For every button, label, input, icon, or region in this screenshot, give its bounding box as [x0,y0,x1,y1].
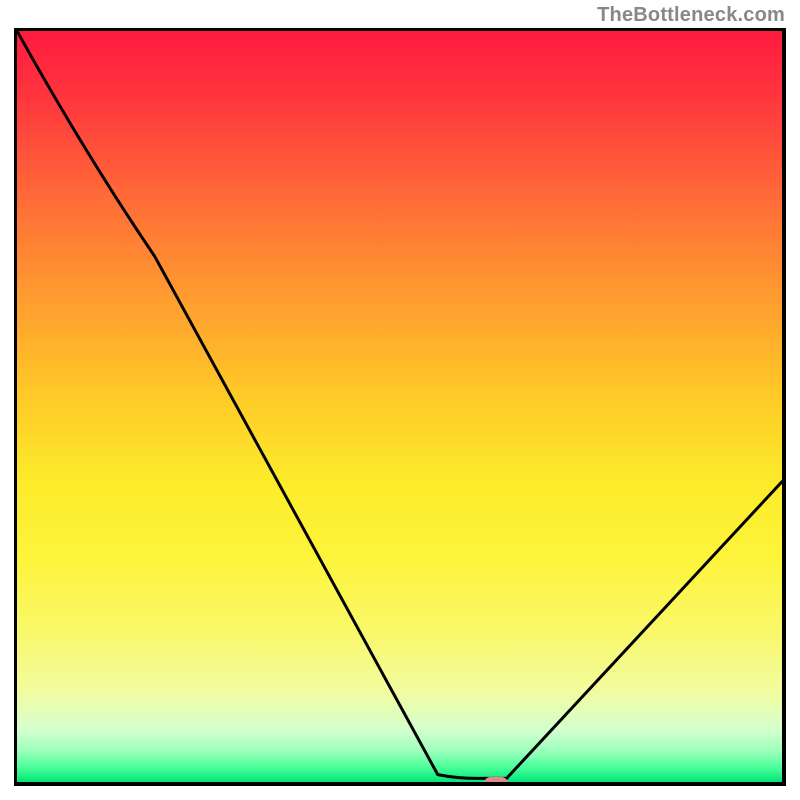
bottleneck-curve [17,31,782,782]
watermark-text: TheBottleneck.com [597,4,785,27]
optimum-marker [484,777,508,786]
plot-area [14,28,786,786]
